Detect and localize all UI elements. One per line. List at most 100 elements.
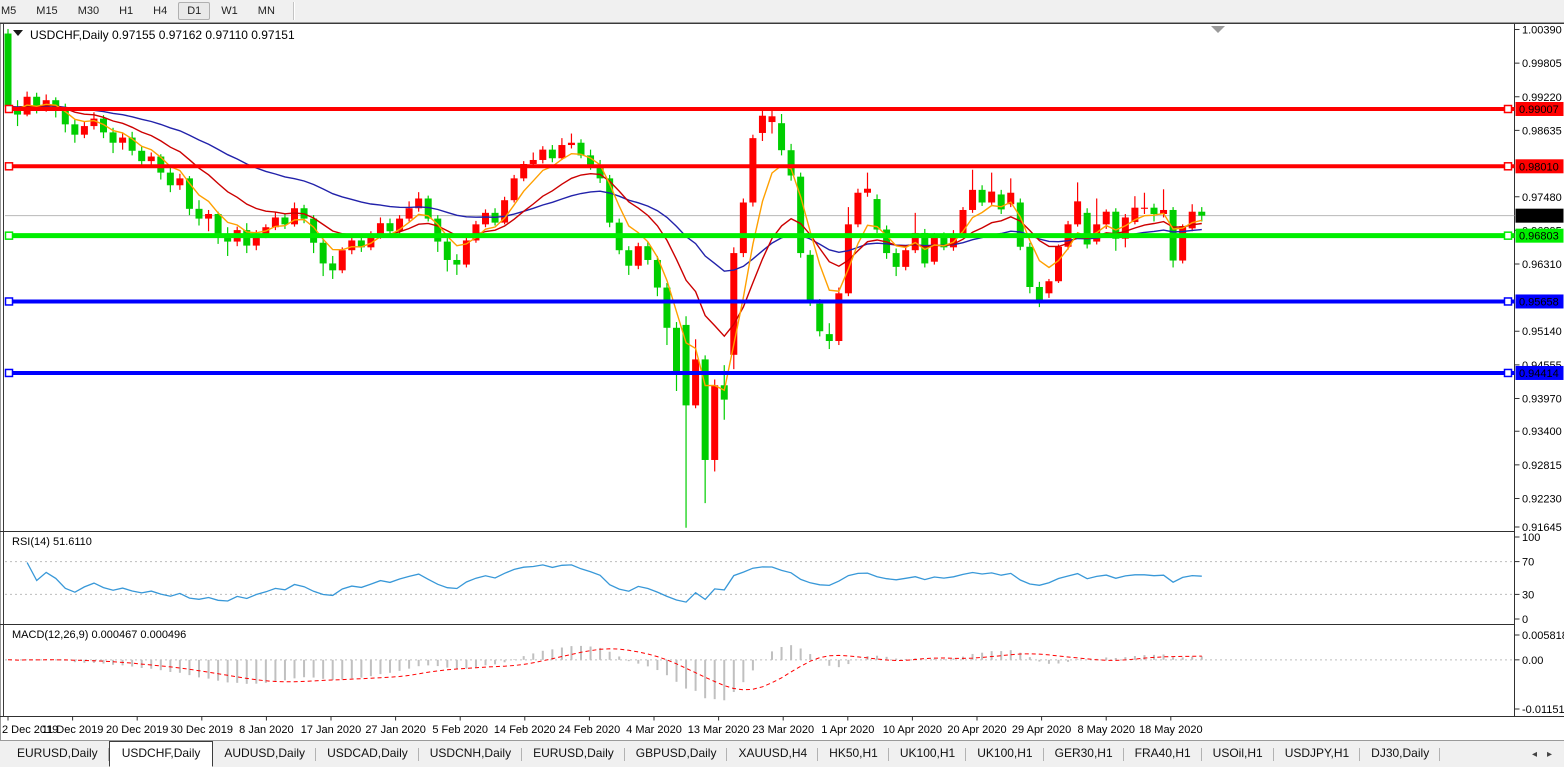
candle	[5, 34, 12, 107]
tab-dj30-daily[interactable]: DJ30,Daily	[1360, 741, 1440, 767]
timeframe-button-m15[interactable]: M15	[27, 2, 66, 20]
tab-hk50-h1[interactable]: HK50,H1	[818, 741, 889, 767]
candle	[1045, 281, 1052, 293]
date-label: 4 Mar 2020	[626, 724, 682, 736]
candle	[864, 189, 871, 193]
date-label: 1 Apr 2020	[821, 724, 874, 736]
candle	[539, 150, 546, 160]
candle	[71, 124, 78, 134]
macd-label: MACD(12,26,9) 0.000467 0.000496	[12, 629, 186, 641]
candle	[673, 328, 680, 374]
candle	[826, 334, 833, 341]
tab-usdcad-daily[interactable]: USDCAD,Daily	[316, 741, 419, 767]
date-label: 11 Dec 2019	[42, 724, 104, 736]
hline-handle[interactable]	[6, 163, 13, 170]
candle	[444, 242, 451, 260]
tab-usdchf-daily[interactable]: USDCHF,Daily	[109, 741, 214, 767]
candle	[1036, 287, 1043, 301]
tab-usoil-h1[interactable]: USOil,H1	[1202, 741, 1274, 767]
last-price-tag-text: 0.97151	[1519, 211, 1559, 223]
candle	[81, 126, 88, 135]
candle	[692, 359, 699, 405]
candle	[549, 150, 556, 159]
mt4-window: M5M15M30H1H4D1W1MN 1.003900.998050.99220…	[0, 0, 1564, 768]
timeframe-button-h1[interactable]: H1	[110, 2, 142, 20]
hline-handle[interactable]	[1505, 369, 1512, 376]
candle	[893, 253, 900, 267]
tab-usdjpy-h1[interactable]: USDJPY,H1	[1274, 741, 1360, 767]
candle	[558, 145, 565, 158]
macd-axis-label: 0.005818	[1522, 630, 1564, 642]
date-label: 17 Jan 2020	[301, 724, 362, 736]
candle	[711, 385, 718, 460]
candle	[769, 116, 776, 122]
tab-eurusd-daily[interactable]: EURUSD,Daily	[6, 741, 109, 767]
level-price-tag-text: 0.94414	[1519, 368, 1559, 380]
candle	[167, 173, 174, 186]
tab-xauusd-h4[interactable]: XAUUSD,H4	[727, 741, 818, 767]
price-axis-label: 0.99805	[1522, 58, 1562, 70]
tab-usdcnh-daily[interactable]: USDCNH,Daily	[419, 741, 522, 767]
toolbar-separator	[293, 2, 295, 20]
date-label: 29 Apr 2020	[1012, 724, 1071, 736]
price-axis-label: 0.98635	[1522, 125, 1562, 137]
tab-scroll-arrows: ◂▸	[1520, 741, 1564, 767]
level-price-tag-text: 0.98010	[1519, 161, 1559, 173]
price-axis-label: 0.93970	[1522, 393, 1562, 405]
tab-gbpusd-daily[interactable]: GBPUSD,Daily	[625, 741, 728, 767]
candle	[1198, 212, 1205, 216]
candle	[902, 250, 909, 267]
macd-axis-label: -0.011514	[1522, 704, 1564, 716]
hline-handle[interactable]	[1505, 106, 1512, 113]
candle	[530, 160, 537, 164]
candle	[759, 116, 766, 133]
tab-eurusd-daily[interactable]: EURUSD,Daily	[522, 741, 625, 767]
date-label: 5 Feb 2020	[432, 724, 488, 736]
candle	[730, 253, 737, 355]
rsi-axis-label: 70	[1522, 557, 1534, 569]
date-label: 30 Dec 2019	[171, 724, 233, 736]
date-label: 27 Jan 2020	[365, 724, 426, 736]
candle	[988, 192, 995, 203]
tab-fra40-h1[interactable]: FRA40,H1	[1124, 741, 1202, 767]
tab-scroll-right-icon[interactable]: ▸	[1547, 749, 1552, 760]
tab-uk100-h1[interactable]: UK100,H1	[889, 741, 966, 767]
hline-handle[interactable]	[1505, 232, 1512, 239]
hline-handle[interactable]	[6, 369, 13, 376]
timeframe-button-w1[interactable]: W1	[212, 2, 247, 20]
timeframe-button-m5[interactable]: M5	[0, 2, 25, 20]
candle	[110, 132, 117, 142]
date-label: 20 Apr 2020	[947, 724, 1006, 736]
candle	[138, 151, 145, 161]
candle	[1055, 247, 1062, 281]
timeframe-button-m30[interactable]: M30	[69, 2, 108, 20]
tab-scroll-left-icon[interactable]: ◂	[1532, 749, 1537, 760]
candle	[1141, 208, 1148, 209]
timeframe-button-d1[interactable]: D1	[178, 2, 210, 20]
level-price-tag-text: 0.95658	[1519, 296, 1559, 308]
timeframe-button-h4[interactable]: H4	[144, 2, 176, 20]
tab-audusd-daily[interactable]: AUDUSD,Daily	[213, 741, 316, 767]
candle	[788, 150, 795, 175]
candle	[854, 193, 861, 225]
hline-handle[interactable]	[1505, 163, 1512, 170]
hline-handle[interactable]	[1505, 298, 1512, 305]
candle	[501, 200, 508, 222]
hline-handle[interactable]	[6, 106, 13, 113]
timeframe-button-mn[interactable]: MN	[249, 2, 284, 20]
chart-area[interactable]: 1.003900.998050.992200.986350.974800.968…	[0, 22, 1564, 740]
candle	[663, 288, 670, 328]
hline-handle[interactable]	[6, 232, 13, 239]
candle	[406, 208, 413, 218]
price-axis-label: 0.96310	[1522, 259, 1562, 271]
date-label: 24 Feb 2020	[559, 724, 621, 736]
hline-handle[interactable]	[6, 298, 13, 305]
candle	[740, 203, 747, 254]
candle	[635, 246, 642, 266]
tab-uk100-h1[interactable]: UK100,H1	[966, 741, 1043, 767]
candle	[979, 190, 986, 203]
candle	[1026, 247, 1033, 287]
tab-ger30-h1[interactable]: GER30,H1	[1044, 741, 1124, 767]
date-label: 23 Mar 2020	[752, 724, 814, 736]
candle	[215, 214, 222, 236]
